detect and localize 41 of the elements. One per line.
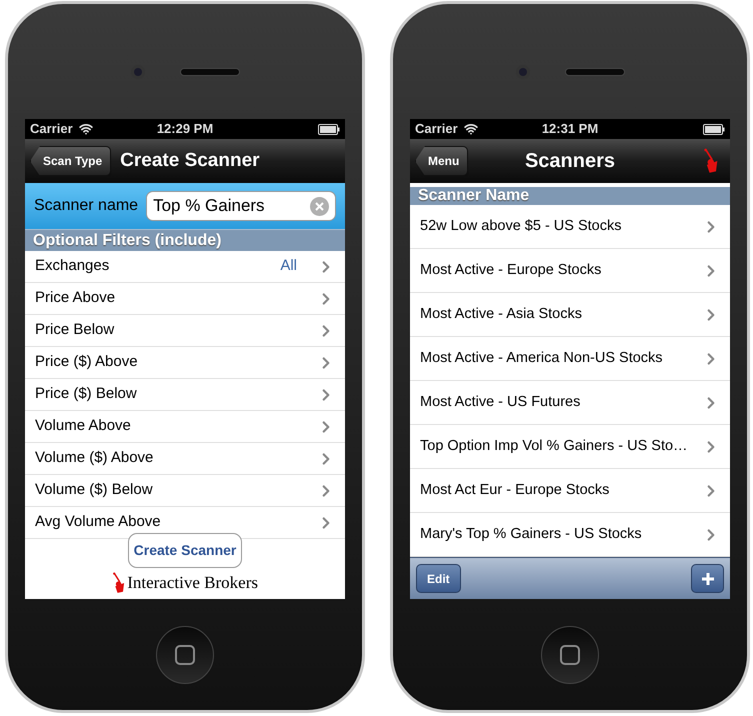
- plus-icon: [700, 572, 714, 586]
- create-scanner-button[interactable]: Create Scanner: [128, 533, 242, 568]
- carrier-label: Carrier: [415, 120, 458, 138]
- section-header: Optional Filters (include): [25, 229, 345, 251]
- filter-row[interactable]: Price ($) Above: [25, 347, 345, 379]
- scanner-row[interactable]: 52w Low above $5 - US Stocks: [410, 205, 730, 249]
- battery-icon: [703, 124, 725, 134]
- list-header: Scanner Name: [410, 187, 730, 205]
- status-time: 12:29 PM: [156, 120, 214, 138]
- scanner-row[interactable]: Most Active - America Non-US Stocks: [410, 337, 730, 381]
- scanner-row[interactable]: Most Act Eur - Europe Stocks: [410, 469, 730, 513]
- scanner-name-field[interactable]: Top % Gainers: [146, 191, 336, 221]
- filter-row[interactable]: Volume Above: [25, 411, 345, 443]
- filter-row[interactable]: Volume ($) Above: [25, 443, 345, 475]
- brand-logo-icon: [112, 572, 126, 594]
- filter-row[interactable]: Price Below: [25, 315, 345, 347]
- scanner-row[interactable]: Most Active - US Futures: [410, 381, 730, 425]
- speaker-icon: [180, 68, 240, 76]
- brand-name: Interactive Brokers: [127, 572, 258, 594]
- filter-row[interactable]: Price Above: [25, 283, 345, 315]
- status-time: 12:31 PM: [542, 120, 598, 138]
- scanner-name-label: Scanner name: [34, 196, 138, 216]
- filter-row[interactable]: Price ($) Below: [25, 379, 345, 411]
- nav-title: Create Scanner: [120, 148, 260, 173]
- wifi-icon: [78, 122, 93, 136]
- scanner-row[interactable]: Most Active - Europe Stocks: [410, 249, 730, 293]
- filter-row[interactable]: Volume ($) Below: [25, 475, 345, 507]
- speaker-icon: [564, 68, 624, 76]
- filter-value: All: [280, 256, 297, 276]
- carrier-label: Carrier: [30, 120, 73, 138]
- brand-logo-icon: [703, 148, 719, 174]
- back-button[interactable]: Scan Type: [30, 146, 112, 176]
- battery-icon: [318, 124, 340, 134]
- scanner-row[interactable]: Most Active - Asia Stocks: [410, 293, 730, 337]
- nav-title: Scanners: [524, 149, 616, 174]
- wifi-icon: [464, 122, 478, 136]
- add-button[interactable]: [691, 564, 724, 593]
- edit-button[interactable]: Edit: [416, 564, 461, 593]
- filter-row[interactable]: Exchanges All: [25, 251, 345, 283]
- back-button[interactable]: Menu: [415, 146, 468, 176]
- scanner-row[interactable]: Top Option Imp Vol % Gainers - US Sto…: [410, 425, 730, 469]
